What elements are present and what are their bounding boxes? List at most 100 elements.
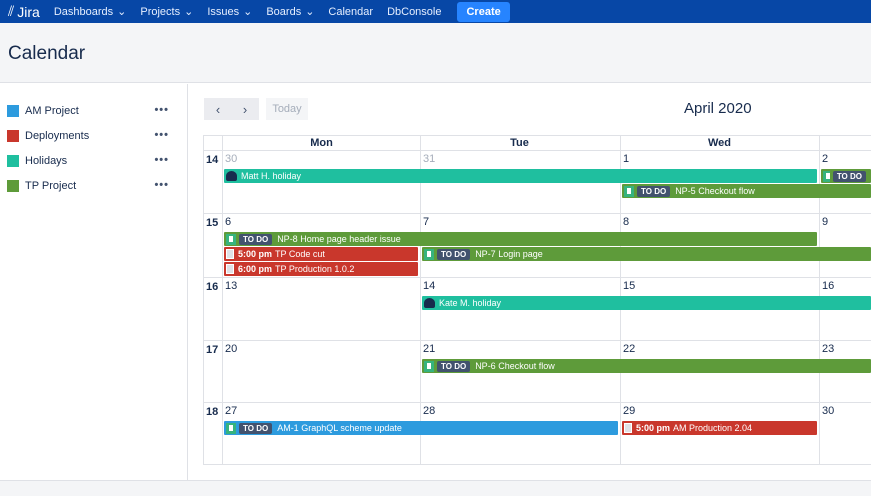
calendar-event[interactable]: TO DO NP-6 Checkout flow	[422, 359, 871, 373]
calendar-item-holidays[interactable]: Holidays •••	[7, 154, 177, 168]
create-button[interactable]: Create	[457, 1, 510, 22]
day-number[interactable]: 9	[822, 216, 828, 228]
chevron-down-icon: ⌄	[305, 6, 315, 18]
color-swatch	[7, 130, 19, 142]
day-number[interactable]: 7	[423, 216, 429, 228]
chevron-down-icon: ⌄	[184, 6, 194, 18]
calendar-item-deployments[interactable]: Deployments •••	[7, 129, 177, 143]
bookmark-icon	[424, 360, 434, 372]
grid-line	[203, 213, 871, 214]
chevron-down-icon: ⌄	[243, 6, 253, 18]
calendar-event[interactable]: TO DO	[821, 169, 871, 183]
grid-line	[203, 402, 871, 403]
day-number[interactable]: 30	[822, 405, 834, 417]
day-number[interactable]: 23	[822, 343, 834, 355]
bookmark-icon	[624, 185, 634, 197]
status-badge: TO DO	[437, 360, 471, 372]
next-month-button[interactable]: ›	[231, 98, 259, 120]
prev-month-button[interactable]: ‹	[204, 98, 232, 120]
bookmark-icon	[424, 248, 434, 260]
day-number[interactable]: 31	[423, 153, 435, 165]
day-number[interactable]: 13	[225, 280, 237, 292]
day-number[interactable]: 8	[623, 216, 629, 228]
week-number: 16	[206, 281, 219, 293]
event-title: Matt H. holiday	[241, 171, 302, 181]
event-title: AM Production 2.04	[673, 423, 753, 433]
calendar-event[interactable]: TO DO NP-7 Login page	[422, 247, 871, 261]
status-badge: TO DO	[437, 248, 471, 260]
day-number[interactable]: 27	[225, 405, 237, 417]
month-title: April 2020	[684, 100, 752, 117]
bookmark-icon	[226, 233, 236, 245]
grid-line	[420, 135, 421, 465]
day-number[interactable]: 29	[623, 405, 635, 417]
nav-projects[interactable]: Projects ⌄	[140, 5, 194, 19]
calendar-item-tp-project[interactable]: TP Project •••	[7, 179, 177, 193]
jira-logo[interactable]: ⫽ Jira	[8, 3, 40, 20]
color-swatch	[7, 180, 19, 192]
palm-tree-icon	[424, 298, 435, 308]
page-title: Calendar	[8, 43, 86, 64]
day-number[interactable]: 16	[822, 280, 834, 292]
bookmark-icon	[823, 170, 830, 182]
calendar-event[interactable]: 5:00 pm TP Code cut	[224, 247, 418, 261]
event-time: 5:00 pm	[636, 423, 671, 433]
more-icon[interactable]: •••	[154, 154, 169, 166]
more-icon[interactable]: •••	[154, 104, 169, 116]
event-time: 5:00 pm	[238, 249, 273, 259]
day-header-tue: Tue	[510, 137, 529, 149]
page-icon	[624, 423, 632, 433]
color-swatch	[7, 155, 19, 167]
day-number[interactable]: 2	[822, 153, 828, 165]
event-title: NP-5 Checkout flow	[675, 186, 755, 196]
calendar-event[interactable]: TO DO NP-8 Home page header issue	[224, 232, 817, 246]
nav-issues[interactable]: Issues ⌄	[207, 5, 253, 19]
day-number[interactable]: 6	[225, 216, 231, 228]
status-badge: TO DO	[239, 422, 273, 434]
footer	[0, 480, 871, 496]
color-swatch	[7, 105, 19, 117]
status-badge: TO DO	[239, 233, 273, 245]
event-title: AM-1 GraphQL scheme update	[277, 423, 402, 433]
calendar-event[interactable]: TO DO NP-5 Checkout flow	[622, 184, 871, 198]
more-icon[interactable]: •••	[154, 129, 169, 141]
calendar-item-am-project[interactable]: AM Project •••	[7, 104, 177, 118]
day-number[interactable]: 28	[423, 405, 435, 417]
bookmark-icon	[226, 422, 236, 434]
today-button[interactable]: Today	[266, 98, 308, 120]
week-number: 17	[206, 344, 219, 356]
status-badge: TO DO	[637, 185, 671, 197]
day-number[interactable]: 15	[623, 280, 635, 292]
day-number[interactable]: 20	[225, 343, 237, 355]
calendar-event[interactable]: Matt H. holiday	[224, 169, 817, 183]
nav-dashboards[interactable]: Dashboards ⌄	[54, 5, 127, 19]
event-title: Kate M. holiday	[439, 298, 502, 308]
day-number[interactable]: 22	[623, 343, 635, 355]
top-navigation: ⫽ Jira Dashboards ⌄ Projects ⌄ Issues ⌄ Boar…	[0, 0, 871, 23]
day-number[interactable]: 14	[423, 280, 435, 292]
grid-line	[203, 277, 871, 278]
day-number[interactable]: 30	[225, 153, 237, 165]
grid-line	[203, 340, 871, 341]
day-number[interactable]: 1	[623, 153, 629, 165]
grid-line	[203, 150, 871, 151]
calendar-event[interactable]: 5:00 pm AM Production 2.04	[622, 421, 817, 435]
event-title: TP Code cut	[275, 249, 325, 259]
calendar-event[interactable]: Kate M. holiday	[422, 296, 871, 310]
week-number: 18	[206, 406, 219, 418]
nav-boards[interactable]: Boards ⌄	[266, 5, 315, 19]
page-icon	[226, 264, 234, 274]
week-number: 15	[206, 217, 219, 229]
event-title: NP-6 Checkout flow	[475, 361, 555, 371]
day-number[interactable]: 21	[423, 343, 435, 355]
day-header-wed: Wed	[707, 137, 732, 149]
nav-calendar[interactable]: Calendar	[328, 6, 373, 18]
calendar-list: AM Project ••• Deployments ••• Holidays •••…	[0, 84, 188, 480]
chevron-right-icon: ›	[242, 101, 248, 117]
calendar-event[interactable]: 6:00 pm TP Production 1.0.2	[224, 262, 418, 276]
event-title: NP-8 Home page header issue	[277, 234, 401, 244]
calendar-event[interactable]: TO DO AM-1 GraphQL scheme update	[224, 421, 618, 435]
event-title: NP-7 Login page	[475, 249, 543, 259]
more-icon[interactable]: •••	[154, 179, 169, 191]
nav-dbconsole[interactable]: DbConsole	[387, 6, 441, 18]
